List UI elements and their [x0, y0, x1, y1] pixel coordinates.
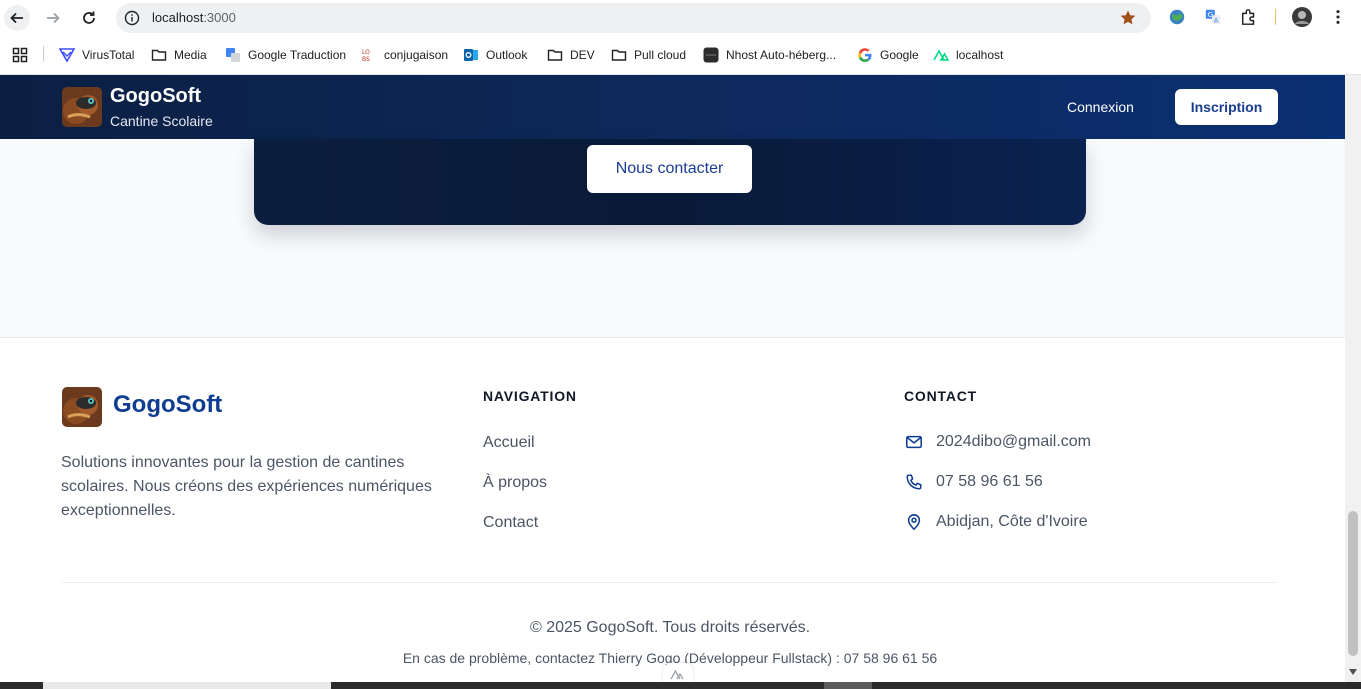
- bookmark-google[interactable]: Google: [857, 46, 919, 64]
- location-icon: [904, 512, 924, 532]
- outlook-icon: [463, 47, 479, 63]
- folder-icon: [611, 47, 627, 63]
- brand-logo[interactable]: [62, 87, 102, 127]
- footer-link-accueil[interactable]: Accueil: [483, 434, 535, 452]
- arrow-left-icon: [10, 12, 23, 24]
- svg-text:BS: BS: [362, 56, 370, 63]
- taskbar-active-app[interactable]: [824, 682, 872, 689]
- bookmark-conjugaison[interactable]: LO BS conjugaison: [361, 46, 448, 64]
- footer-brand-name[interactable]: GogoSoft: [113, 391, 222, 419]
- mail-icon: [904, 432, 924, 452]
- contact-button[interactable]: Nous contacter: [587, 145, 752, 193]
- back-button[interactable]: [4, 5, 30, 31]
- folder-icon: [547, 47, 563, 63]
- google-icon: [857, 47, 873, 63]
- footer-brand-logo[interactable]: [62, 387, 102, 427]
- nuxt-icon: [933, 47, 949, 63]
- arrow-right-icon: [47, 12, 60, 24]
- bookmark-media[interactable]: Media: [151, 46, 207, 64]
- extensions-puzzle-icon[interactable]: [1239, 7, 1259, 27]
- bookmark-star-icon[interactable]: [1119, 9, 1137, 27]
- cta-card: Nous contacter: [254, 139, 1086, 225]
- bookmark-pull-cloud[interactable]: Pull cloud: [611, 46, 686, 64]
- conjugaison-icon: LO BS: [361, 47, 377, 63]
- profile-avatar[interactable]: [1292, 7, 1312, 27]
- more-menu-icon[interactable]: [1328, 7, 1348, 27]
- brand-subtitle: Cantine Scolaire: [110, 113, 213, 129]
- reload-button[interactable]: [76, 5, 102, 31]
- translate-extension-icon[interactable]: GA: [1203, 7, 1223, 27]
- bookmark-nhost[interactable]: Nhost Auto-héberg...: [703, 46, 836, 64]
- site-footer: GogoSoft Solutions innovantes pour la ge…: [0, 337, 1345, 685]
- bookmark-outlook[interactable]: Outlook: [463, 46, 527, 64]
- footer-divider: [61, 582, 1278, 583]
- copyright-text: © 2025 GogoSoft. Tous droits réservés.: [529, 619, 811, 636]
- apps-grid-icon[interactable]: [12, 46, 28, 64]
- footer-link-contact[interactable]: Contact: [483, 514, 538, 532]
- url-text: localhost:3000: [152, 10, 236, 25]
- translate-icon: [225, 47, 241, 63]
- forward-button[interactable]: [40, 5, 66, 31]
- browser-toolbar: localhost:3000 GA: [0, 0, 1361, 35]
- footer-description: Solutions innovantes pour la gestion de …: [61, 454, 432, 519]
- toolbar-separator: [1275, 9, 1276, 25]
- contact-heading: CONTACT: [904, 388, 977, 404]
- contact-phone[interactable]: 07 58 96 61 56: [904, 472, 1043, 492]
- site-header: GogoSoft Cantine Scolaire Connexion Insc…: [0, 75, 1345, 139]
- site-info-icon[interactable]: [124, 10, 140, 26]
- phone-icon: [904, 472, 924, 492]
- scroll-down-arrow[interactable]: [1349, 669, 1357, 675]
- extension-globe-icon[interactable]: [1167, 7, 1187, 27]
- bookmarks-separator: [43, 46, 44, 62]
- signup-button[interactable]: Inscription: [1175, 89, 1278, 125]
- taskbar-search[interactable]: [43, 682, 331, 689]
- reload-icon: [83, 11, 95, 24]
- brand-name[interactable]: GogoSoft: [110, 85, 201, 108]
- svg-text:LO: LO: [362, 49, 370, 56]
- virustotal-icon: [59, 47, 75, 63]
- bookmark-dev[interactable]: DEV: [547, 46, 595, 64]
- svg-text:A: A: [1214, 17, 1219, 24]
- nhost-icon: [703, 47, 719, 63]
- scrollbar-thumb[interactable]: [1348, 511, 1358, 656]
- nuxt-icon: [670, 669, 684, 680]
- bookmark-google-traduction[interactable]: Google Traduction: [225, 46, 346, 64]
- footer-link-a-propos[interactable]: À propos: [483, 474, 547, 492]
- login-link[interactable]: Connexion: [1067, 99, 1134, 115]
- navigation-heading: NAVIGATION: [483, 388, 577, 404]
- contact-email[interactable]: 2024dibo@gmail.com: [904, 432, 1091, 452]
- bookmark-virustotal[interactable]: VirusTotal: [59, 46, 134, 64]
- bookmark-localhost[interactable]: localhost: [933, 46, 1003, 64]
- contact-location: Abidjan, Côte d'Ivoire: [904, 512, 1088, 532]
- address-bar[interactable]: localhost:3000: [116, 3, 1151, 33]
- folder-icon: [151, 47, 167, 63]
